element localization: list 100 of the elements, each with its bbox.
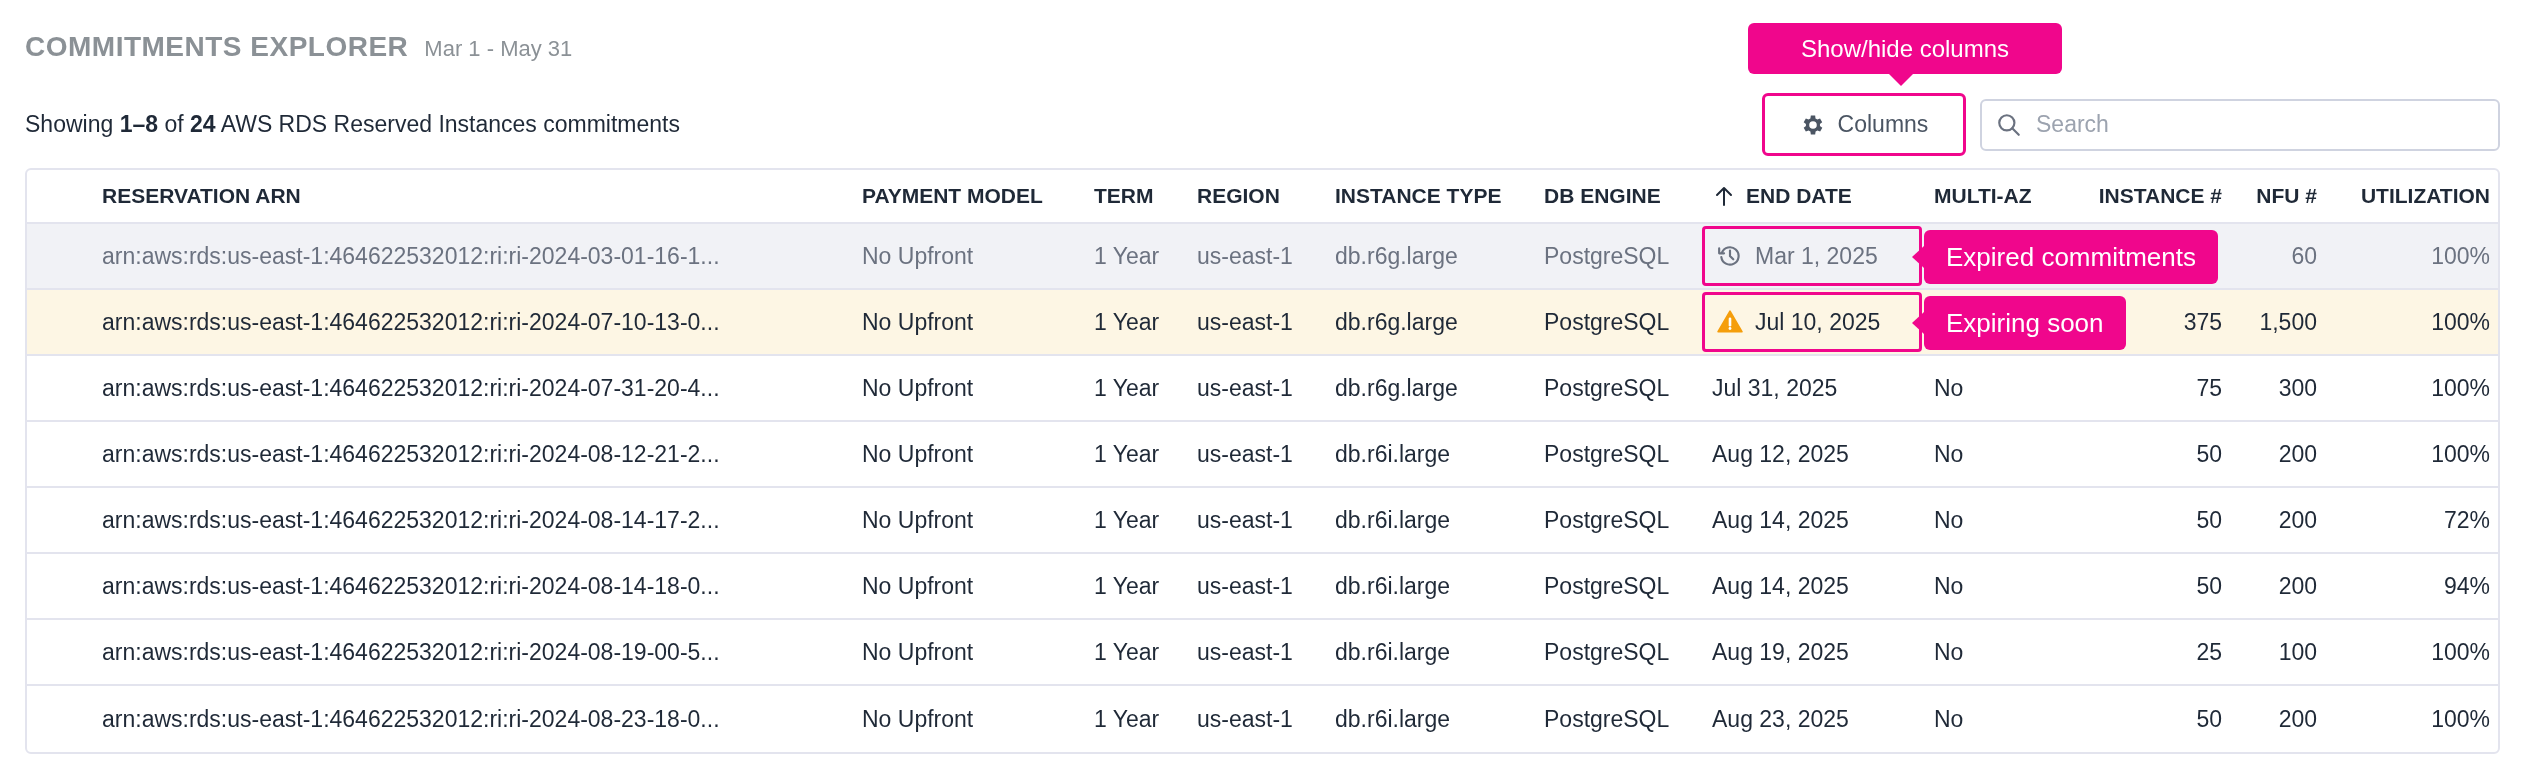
column-header[interactable]: INSTANCE # [2098,180,2222,212]
table-cell-text: 200 [2278,439,2317,469]
table-cell-text: 1 Year [1094,307,1160,337]
page-title: COMMITMENTS EXPLORER [25,30,409,64]
table-cell-text: 1 Year [1094,373,1160,403]
table-cell-text: us-east-1 [1197,637,1293,667]
table-cell-text: PostgreSQL [1544,505,1670,535]
table-cell-text: PostgreSQL [1544,637,1670,667]
table-cell-text: 100 [2278,637,2317,667]
callout-label: Show/hide columns [1748,23,2062,74]
table-cell-text: No Upfront [862,505,974,535]
table-cell-text: 1 Year [1094,704,1160,734]
table-cell-text: No Upfront [862,241,974,271]
table-cell-text: PostgreSQL [1544,241,1670,271]
column-header[interactable]: INSTANCE TYPE [1335,180,1502,212]
table-cell-text: No [1934,571,1964,601]
table-cell-text: No [1934,439,1964,469]
columns-button[interactable]: Columns [1762,93,1966,156]
table-cell-text: 100% [2431,307,2490,337]
search-field[interactable]: Search [1980,98,2500,151]
table-cell-text: Aug 12, 2025 [1712,439,1849,469]
table-cell-text: 50 [2196,505,2222,535]
table-row[interactable]: arn:aws:rds:us-east-1:464622532012:ri:ri-2024-03-01-16-1... No Upfront 1 Year us-east-1 db.r6g.large PostgreSQL Mar 1, 2025 Expired commitments 60 100% [27,224,2498,290]
table-cell-text: 50 [2196,704,2222,734]
table-cell-text: No Upfront [862,637,974,667]
reservation-arn: arn:aws:rds:us-east-1:464622532012:ri:ri-2024-03-01-16-1... [102,241,720,271]
table-cell-text: 60 [2291,241,2317,271]
table-cell-text: 300 [2278,373,2317,403]
table-cell-text: db.r6i.large [1335,637,1451,667]
table-cell-text: us-east-1 [1197,307,1293,337]
table-cell-text: PostgreSQL [1544,307,1670,337]
column-header[interactable]: RESERVATION ARN [102,180,301,212]
table-cell-text: No [1934,704,1964,734]
reservation-arn: arn:aws:rds:us-east-1:464622532012:ri:ri-2024-07-31-20-4... [102,373,720,403]
table-cell-text: db.r6i.large [1335,704,1451,734]
table-cell-text: 72% [2443,505,2490,535]
column-header[interactable]: TERM [1094,180,1154,212]
search-icon [1996,111,2022,138]
results-summary: Showing 1–8 of 24 AWS RDS Reserved Instances commitments [25,110,680,140]
table-cell-text: 200 [2278,704,2317,734]
reservation-arn: arn:aws:rds:us-east-1:464622532012:ri:ri-2024-08-12-21-2... [102,439,720,469]
column-header[interactable]: DB ENGINE [1544,180,1661,212]
table-cell-text: 1 Year [1094,637,1160,667]
table-cell-text: No [1934,373,1964,403]
reservation-arn: arn:aws:rds:us-east-1:464622532012:ri:ri-2024-08-14-18-0... [102,571,720,601]
table-cell-text: PostgreSQL [1544,704,1670,734]
table-cell-text: db.r6i.large [1335,571,1451,601]
table-cell-text: 375 [2183,307,2222,337]
table-cell-text: No [1934,637,1964,667]
column-header[interactable]: REGION [1197,180,1280,212]
table-cell-text: 50 [2196,439,2222,469]
table-cell-text: 200 [2278,505,2317,535]
table-cell-text: Aug 19, 2025 [1712,637,1849,667]
reservation-arn: arn:aws:rds:us-east-1:464622532012:ri:ri-2024-08-14-17-2... [102,505,720,535]
reservation-arn: arn:aws:rds:us-east-1:464622532012:ri:ri-2024-08-19-00-5... [102,637,720,667]
table-cell-text: db.r6i.large [1335,505,1451,535]
table-cell-text: 1 Year [1094,439,1160,469]
history-icon [1717,243,1743,269]
table-cell-text: 100% [2431,704,2490,734]
table-cell-text: 94% [2443,571,2490,601]
table-cell-text: 1 Year [1094,241,1160,271]
column-header[interactable]: PAYMENT MODEL [862,180,1043,212]
table-cell-text: Aug 14, 2025 [1712,571,1849,601]
table-cell-text: 100% [2431,637,2490,667]
table-cell-text: Jul 31, 2025 [1712,373,1838,403]
table-cell-text: db.r6g.large [1335,241,1458,271]
column-header[interactable]: MULTI-AZ [1934,180,2032,212]
table-cell-text: us-east-1 [1197,505,1293,535]
table-cell-text: us-east-1 [1197,241,1293,271]
end-date: Mar 1, 2025 [1755,241,1878,271]
table-cell-text: 1 Year [1094,505,1160,535]
table-cell-text: No Upfront [862,571,974,601]
table-cell-text: 100% [2431,373,2490,403]
table-cell-text: PostgreSQL [1544,571,1670,601]
table-cell-text: us-east-1 [1197,439,1293,469]
warning-icon [1717,309,1743,335]
column-header[interactable]: NFU # [2256,180,2317,212]
end-date: Jul 10, 2025 [1755,307,1881,337]
table-cell-text: 50 [2196,571,2222,601]
table-cell-text: db.r6g.large [1335,373,1458,403]
table-cell-text: No [1934,505,1964,535]
table-cell-text: 100% [2431,439,2490,469]
date-range: Mar 1 - May 31 [424,35,573,63]
column-header[interactable]: UTILIZATION [2360,180,2490,212]
table-cell-text: 1 Year [1094,571,1160,601]
table-cell-text: us-east-1 [1197,373,1293,403]
table-cell-text: No Upfront [862,704,974,734]
table-cell-text: us-east-1 [1197,571,1293,601]
table-cell-text: 1,500 [2259,307,2317,337]
table-cell-text: No Upfront [862,307,974,337]
callout-pointer [1889,74,1913,86]
column-header[interactable]: END DATE [1712,180,1852,212]
callout-label: Expired commitments [1924,230,2218,284]
table-cell-text: 100% [2431,241,2490,271]
table-cell-text: db.r6i.large [1335,439,1451,469]
table-cell-text: 75 [2196,373,2222,403]
table-cell-text: PostgreSQL [1544,373,1670,403]
callout-label: Expiring soon [1924,296,2126,350]
table-cell-text: No Upfront [862,439,974,469]
table-row[interactable]: arn:aws:rds:us-east-1:464622532012:ri:ri-2024-07-10-13-0... No Upfront 1 Year us-east-1 db.r6g.large PostgreSQL Jul 10, 2025 Expiring soon 375 1,500 100% [27,290,2498,356]
